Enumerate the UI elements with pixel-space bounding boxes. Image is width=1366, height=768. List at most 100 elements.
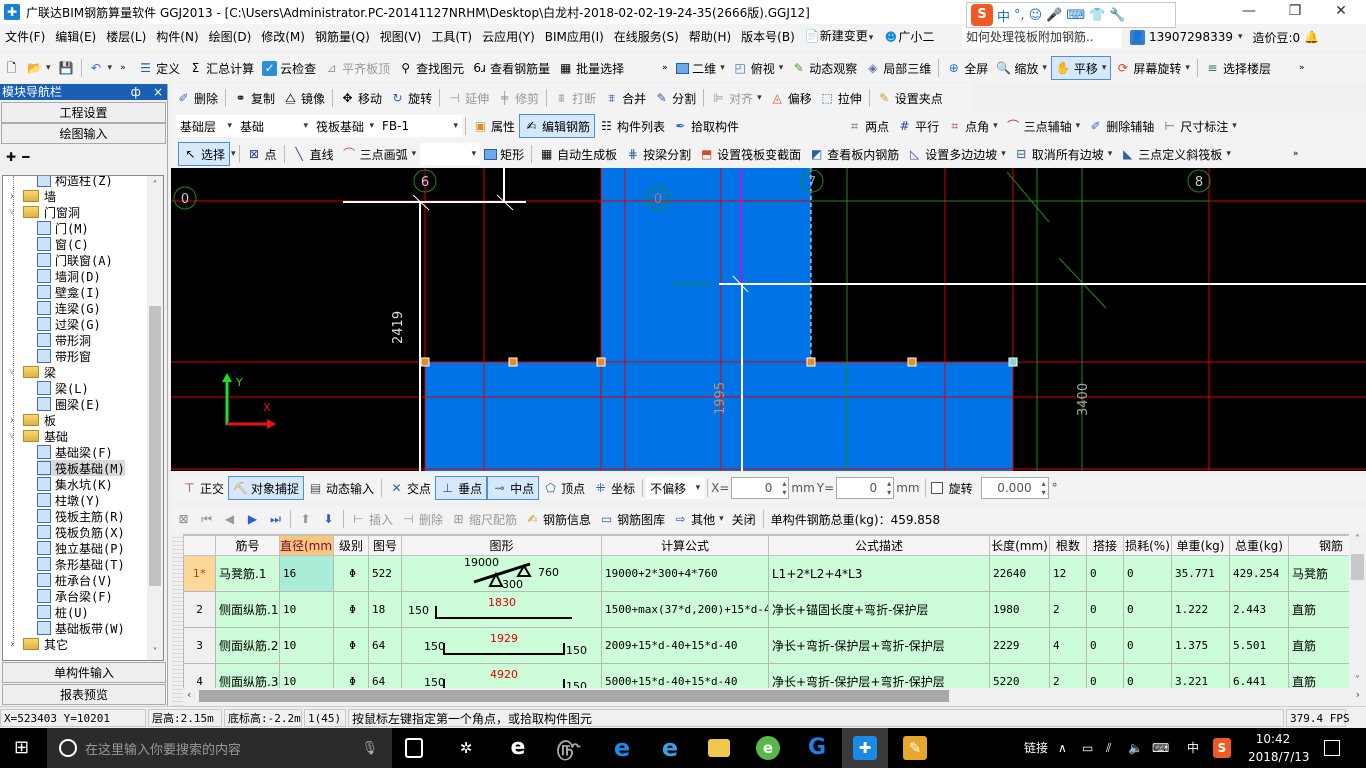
tree-item[interactable]: 圈梁(E): [37, 396, 101, 412]
coordinate-snap[interactable]: ⁜ 坐标: [589, 476, 639, 500]
tree-item[interactable]: 基础板带(W): [37, 620, 125, 636]
floor-select[interactable]: 基础层 ▾: [176, 115, 236, 137]
cell-count[interactable]: 2: [1049, 663, 1087, 688]
axis-parallel-button[interactable]: # 平行: [893, 114, 943, 138]
offset-button[interactable]: ◬ 偏移: [766, 86, 816, 110]
tree-item[interactable]: ˅ 基础: [9, 428, 68, 444]
delete-button[interactable]: ✐ 删除: [172, 86, 222, 110]
cell-len[interactable]: 5220: [989, 663, 1050, 688]
cell-grade[interactable]: Φ: [333, 663, 369, 688]
select-floor-button[interactable]: ≡ 选择楼层: [1201, 56, 1275, 80]
sogou-tray-icon[interactable]: S: [1213, 738, 1231, 758]
table-hscrollbar[interactable]: ‹ ›: [183, 688, 1366, 704]
tree-item[interactable]: › 板: [9, 412, 56, 428]
cell-loss[interactable]: 0: [1123, 627, 1172, 664]
overflow-chevron[interactable]: »: [116, 56, 134, 80]
tree-item[interactable]: 梁(L): [37, 380, 89, 396]
menu-file[interactable]: 文件(F): [0, 24, 50, 50]
column-header[interactable]: [183, 535, 216, 556]
overflow-chevron[interactable]: »: [658, 56, 672, 80]
dynamic-input-toggle[interactable]: ▤ 动态输入: [304, 476, 378, 500]
move-down-button[interactable]: ⬇: [317, 507, 340, 531]
pan-button[interactable]: ✋ 平移 ▾: [1050, 56, 1112, 80]
tree-item[interactable]: 筏板主筋(R): [37, 508, 125, 524]
view-rebar-qty-button[interactable]: 6ɹ 查看钢筋量: [468, 56, 554, 80]
cell-formula[interactable]: 5000+15*d-40+15*d-40: [601, 663, 769, 688]
overflow-chevron[interactable]: »: [1289, 142, 1303, 166]
define-button[interactable]: ☰ 定义: [134, 56, 184, 80]
cell-lap[interactable]: 0: [1086, 555, 1124, 592]
cell-len[interactable]: 22640: [989, 555, 1050, 592]
menu-version[interactable]: 版本号(B): [736, 24, 800, 50]
column-header[interactable]: 损耗(%): [1123, 535, 1172, 556]
three-point-arc-button[interactable]: ⌒ 三点画弧 ▾: [338, 142, 421, 166]
chevron-down-icon[interactable]: ▾: [231, 149, 236, 159]
cell-dia[interactable]: 10: [279, 591, 334, 628]
line-button[interactable]: ╲ 直线: [288, 142, 338, 166]
cell-fig[interactable]: 18: [368, 591, 402, 628]
menu-new-change[interactable]: 📄新建变更▾: [800, 23, 879, 51]
scroll-right-icon[interactable]: ›: [1356, 688, 1360, 701]
drawing-input-button[interactable]: 绘图输入: [1, 123, 166, 144]
menu-rebar-qty[interactable]: 钢筋量(Q): [310, 24, 375, 50]
swirl-app-icon[interactable]: ௹: [556, 736, 580, 760]
summary-calc-button[interactable]: Σ 汇总计算: [184, 56, 258, 80]
column-header[interactable]: 筋号: [215, 535, 280, 556]
batch-select-button[interactable]: ▦ 批量选择: [554, 56, 628, 80]
rebar-table[interactable]: 筋号 直径(mm) 级别 图号 图形 计算公式 公式描述 长度(mm) 根数 搭接 损耗(%) 单重(…: [183, 534, 1349, 688]
cell-unit_w[interactable]: 1.375: [1171, 627, 1230, 664]
microphone-icon[interactable]: 🎙: [361, 741, 378, 756]
component-tree[interactable]: 构造柱(Z) › 墙 ˅ 门窗洞 门(M) 窗(C) 门联窗(A) 墙洞(D) 壁龛(I) 连梁(G…: [2, 175, 164, 661]
collapse-all-icon[interactable]: ━: [22, 150, 29, 164]
ime-mic-icon[interactable]: 🎤: [1046, 8, 1062, 23]
align-button[interactable]: ⊫ 对齐 ▾: [707, 86, 766, 110]
cell-name[interactable]: 侧面纵筋.3: [215, 663, 280, 688]
cell-dia[interactable]: 16: [279, 555, 334, 592]
bell-icon[interactable]: 🔔: [1304, 30, 1319, 45]
cell-unit_w[interactable]: 35.771: [1171, 555, 1230, 592]
tree-item[interactable]: 带形洞: [37, 332, 91, 348]
menu-guangxiaoer[interactable]: ☻广小二: [878, 24, 939, 50]
ie-icon[interactable]: e: [658, 736, 682, 760]
cell-grade[interactable]: Φ: [333, 591, 369, 628]
grip-point[interactable]: [420, 357, 430, 367]
scroll-thumb[interactable]: [1351, 554, 1364, 580]
drawing-canvas[interactable]: 0 6 0 7 8 2419 1995 3400 Y X: [171, 168, 1366, 471]
notification-icon[interactable]: [1324, 740, 1340, 756]
component-list-button[interactable]: ☷ 构件列表: [595, 114, 669, 138]
expand-all-icon[interactable]: ✚: [6, 150, 16, 164]
tree-item[interactable]: 独立基础(P): [37, 540, 125, 556]
cell-type[interactable]: 直筋: [1288, 627, 1349, 664]
windows-start-icon[interactable]: ⊞: [14, 738, 34, 758]
axis-point-angle-button[interactable]: ⌗ 点角 ▾: [943, 114, 1002, 138]
tree-item[interactable]: 条形基础(T): [37, 556, 125, 572]
new-file-button[interactable]: 🗋: [0, 56, 23, 80]
delete-row-button[interactable]: ⊣ 删除: [397, 507, 447, 531]
break-button[interactable]: ⩩ 打断: [550, 86, 600, 110]
table-row[interactable]: 2 侧面纵筋.1 10 Φ 18 150 1830 1500+max(37*d,200)+15…: [183, 591, 1349, 628]
cloud-check-button[interactable]: ✓ 云检查: [258, 56, 320, 80]
table-row[interactable]: 1* 马凳筋.1 16 Φ 522 19000 760 300 19000+2*300+4*76…: [183, 555, 1349, 592]
account-phone[interactable]: 13907298339: [1149, 30, 1233, 44]
rebar-info-button[interactable]: ✍ 钢筋信息: [521, 507, 595, 531]
first-record-button[interactable]: ⏮: [195, 507, 218, 531]
column-header[interactable]: 钢筋: [1288, 535, 1349, 556]
panel-close-icon[interactable]: ⊠: [176, 512, 191, 527]
raft-slab-horizontal[interactable]: [425, 362, 1013, 471]
cell-loss[interactable]: 0: [1123, 555, 1172, 592]
scroll-thumb[interactable]: [149, 306, 161, 586]
menu-help[interactable]: 帮助(H): [684, 24, 736, 50]
grip-point[interactable]: [1008, 357, 1018, 367]
column-header[interactable]: 根数: [1049, 535, 1087, 556]
cell-name[interactable]: 侧面纵筋.1: [215, 591, 280, 628]
row-number[interactable]: 4: [183, 663, 216, 688]
object-snap-toggle[interactable]: ⛏ 对象捕捉: [228, 476, 305, 500]
chevron-down-icon[interactable]: ˅: [9, 367, 19, 378]
dimension-button[interactable]: ⊢ 尺寸标注 ▾: [1158, 114, 1241, 138]
cell-total_w[interactable]: 5.501: [1229, 627, 1289, 664]
fullscreen-button[interactable]: ⊕ 全屏: [942, 56, 992, 80]
tree-item[interactable]: 承台梁(F): [37, 588, 113, 604]
tree-item[interactable]: 桩(U): [37, 604, 89, 620]
menu-draw[interactable]: 绘图(D): [204, 24, 257, 50]
column-header[interactable]: 长度(mm): [989, 535, 1050, 556]
